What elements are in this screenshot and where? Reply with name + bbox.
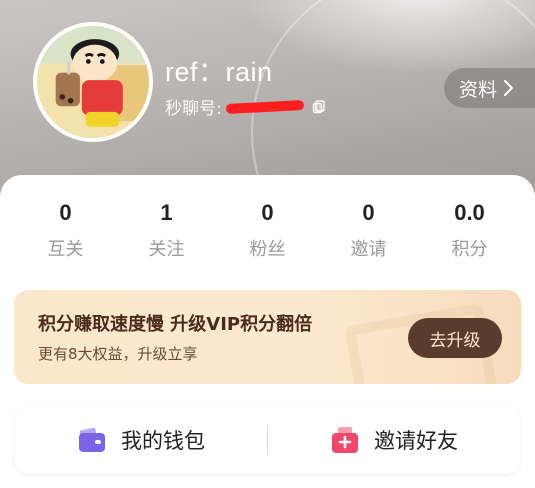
upgrade-button[interactable]: 去升级 — [408, 318, 502, 358]
invite-friends-button[interactable]: 邀请好友 — [268, 425, 520, 455]
wallet-icon — [79, 427, 105, 452]
stat-label: 粉丝 — [249, 239, 286, 260]
avatar[interactable] — [33, 22, 153, 142]
stat-value: 1 — [160, 200, 173, 225]
redacted-id — [225, 99, 304, 114]
stat-mutual-follow[interactable]: 0 互关 — [15, 200, 116, 261]
stat-invites[interactable]: 0 邀请 — [318, 200, 419, 261]
quick-actions-card: 我的钱包 邀请好友 — [15, 406, 520, 474]
username: ref：rain — [165, 57, 273, 87]
stats-row: 0 互关 1 关注 0 粉丝 0 邀请 0.0 积分 — [0, 200, 535, 261]
wallet-button[interactable]: 我的钱包 — [15, 425, 267, 455]
stat-label: 互关 — [47, 239, 84, 260]
invite-friends-label: 邀请好友 — [374, 429, 458, 453]
vip-title: 积分赚取速度慢 升级VIP积分翻倍 — [38, 314, 313, 335]
stat-value: 0 — [261, 200, 274, 225]
copy-icon[interactable] — [312, 99, 326, 114]
chevron-right-icon — [504, 80, 514, 96]
user-id-label: 秒聊号: — [165, 99, 222, 119]
gift-bag-icon — [332, 427, 358, 453]
profile-info-button[interactable]: 资料 — [444, 68, 535, 108]
stat-label: 邀请 — [350, 239, 387, 260]
wallet-label: 我的钱包 — [121, 429, 205, 453]
stat-label: 积分 — [451, 239, 488, 260]
stat-value: 0 — [59, 200, 72, 225]
profile-info-label: 资料 — [459, 78, 498, 101]
stat-following[interactable]: 1 关注 — [116, 200, 217, 261]
vip-upgrade-banner[interactable]: 积分赚取速度慢 升级VIP积分翻倍 更有8大权益，升级立享 去升级 — [14, 290, 521, 384]
stat-fans[interactable]: 0 粉丝 — [217, 200, 318, 261]
stat-value: 0.0 — [454, 200, 485, 225]
stat-label: 关注 — [148, 239, 185, 260]
vip-subtitle: 更有8大权益，升级立享 — [38, 345, 198, 363]
user-id-row: 秒聊号: — [165, 94, 326, 119]
avatar-image — [37, 26, 149, 138]
stat-points[interactable]: 0.0 积分 — [419, 200, 520, 261]
stat-value: 0 — [362, 200, 375, 225]
